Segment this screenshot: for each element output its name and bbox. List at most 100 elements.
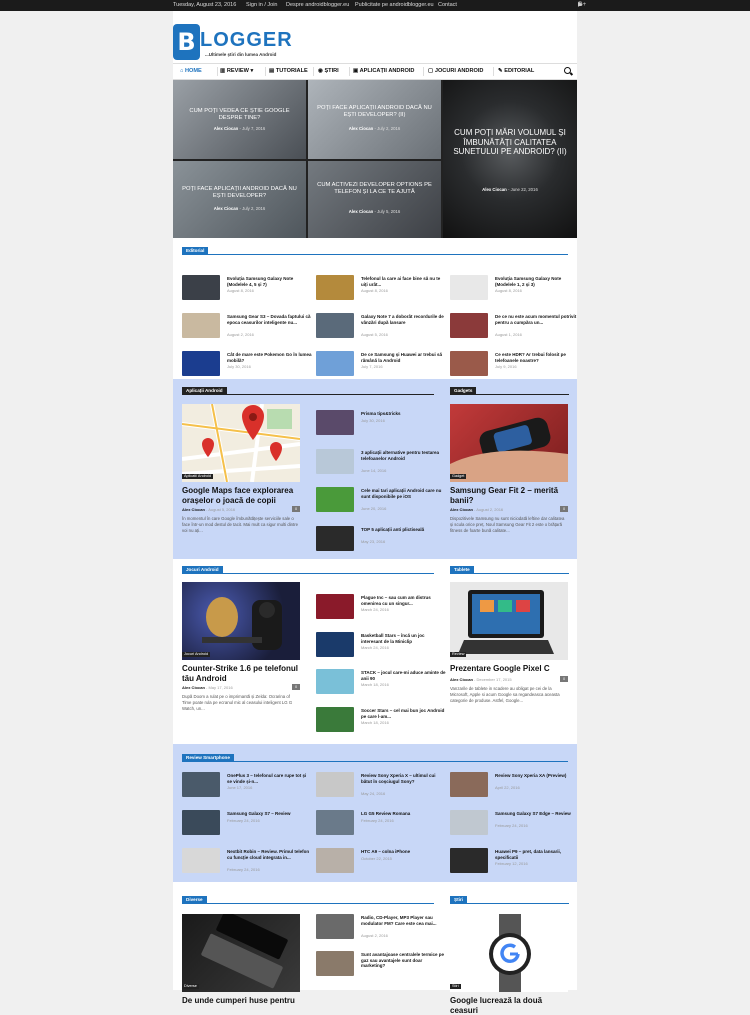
post-title[interactable]: Evoluția Samsung Galaxy Note (Modelele 4… bbox=[227, 276, 312, 287]
list-item[interactable]: Sunt avantajoase centralele termice pe g… bbox=[316, 951, 446, 981]
list-item[interactable]: HTC A9 – colna iPhone October 22, 2015 bbox=[316, 848, 446, 878]
hero-tile[interactable]: CUM ACTIVEZI DEVELOPER OPTIONS PE TELEFO… bbox=[308, 161, 441, 238]
post-thumbnail[interactable] bbox=[182, 848, 220, 873]
list-item[interactable]: De ce Samsung și Huawei ar trebui să răm… bbox=[316, 351, 446, 381]
post-title[interactable]: De ce Samsung și Huawei ar trebui să răm… bbox=[361, 352, 446, 363]
post-title[interactable]: De unde cumperi huse pentru bbox=[182, 996, 300, 1006]
contact-link[interactable]: Contact bbox=[438, 0, 457, 11]
hero-tile[interactable]: POȚI FACE APLICAȚII ANDROID DACĂ NU EȘTI… bbox=[308, 80, 441, 159]
nav-stiri[interactable]: ◉ ȘTIRI bbox=[318, 64, 339, 79]
post-title[interactable]: Samsung Galaxy S7 Edge – Review bbox=[495, 811, 580, 817]
category-badge[interactable]: Diverse bbox=[182, 984, 199, 989]
list-item[interactable]: Radio, CD-Player, MP3 Player sau modulat… bbox=[316, 914, 446, 944]
post-title[interactable]: Google lucrează la două ceasuri bbox=[450, 996, 568, 1015]
post-title[interactable]: Nextbit Robin – Review. Primul telefon c… bbox=[227, 849, 312, 860]
post-thumbnail[interactable] bbox=[182, 351, 220, 376]
post-thumbnail[interactable] bbox=[182, 810, 220, 835]
list-item[interactable]: Evoluția Samsung Galaxy Note (Modelele 1… bbox=[450, 275, 580, 305]
post-thumbnail[interactable] bbox=[316, 594, 354, 619]
category-badge[interactable]: Gadget bbox=[450, 474, 467, 479]
post-title[interactable]: Prisma tips&tricks bbox=[361, 411, 446, 417]
list-item[interactable]: Telefonul la care ai face bine să nu te … bbox=[316, 275, 446, 305]
post-thumbnail[interactable] bbox=[316, 772, 354, 797]
post-thumbnail[interactable] bbox=[450, 848, 488, 873]
post-title[interactable]: De ce nu este acum momentul potrivit pen… bbox=[495, 314, 580, 325]
ads-link[interactable]: Publicitate pe androidblogger.eu bbox=[355, 0, 434, 11]
post-thumbnail[interactable] bbox=[182, 772, 220, 797]
post-title[interactable]: STACK – jocul care-mi aduce aminte de an… bbox=[361, 670, 446, 681]
list-item[interactable]: Cele mai tari aplicații Android care nu … bbox=[316, 487, 446, 517]
gadgets-main-post[interactable]: Gadget Samsung Gear Fit 2 – merită banii… bbox=[450, 404, 568, 554]
list-item[interactable]: Cât de mare este Pokemon Go în lumea mob… bbox=[182, 351, 312, 381]
list-item[interactable]: Basketball Stars – încă un joc interesan… bbox=[316, 632, 446, 662]
apps-main-post[interactable]: Aplicatii Android Google Maps face explo… bbox=[182, 404, 300, 554]
post-thumbnail[interactable] bbox=[316, 707, 354, 732]
post-title[interactable]: Basketball Stars – încă un joc interesan… bbox=[361, 633, 446, 644]
post-thumbnail[interactable] bbox=[316, 526, 354, 551]
list-item[interactable]: Soccer Stars – cel mai bun joc Android p… bbox=[316, 707, 446, 737]
post-thumbnail[interactable] bbox=[316, 487, 354, 512]
post-thumbnail[interactable] bbox=[316, 313, 354, 338]
post-title[interactable]: 3 aplicații alternative pentru testarea … bbox=[361, 450, 446, 461]
post-title[interactable]: OnePlus 3 – telefonul care rupe tot și s… bbox=[227, 773, 312, 784]
list-item[interactable]: 3 aplicații alternative pentru testarea … bbox=[316, 449, 446, 479]
post-title[interactable]: Prezentare Google Pixel C bbox=[450, 664, 568, 674]
comment-count[interactable]: 0 bbox=[292, 684, 300, 690]
list-item[interactable]: Samsung Galaxy S7 Edge – Review February … bbox=[450, 810, 580, 840]
list-item[interactable]: Nextbit Robin – Review. Primul telefon c… bbox=[182, 848, 312, 878]
list-item[interactable]: Samsung Gear S3 – Dovada faptului că epo… bbox=[182, 313, 312, 343]
post-title[interactable]: Soccer Stars – cel mai bun joc Android p… bbox=[361, 708, 446, 719]
post-thumbnail[interactable] bbox=[316, 848, 354, 873]
comment-count[interactable]: 0 bbox=[560, 506, 568, 512]
hero-tile[interactable]: CUM POȚI MĂRI VOLUMUL ȘI ÎMBUNĂTĂȚI CALI… bbox=[443, 80, 577, 238]
post-thumbnail[interactable] bbox=[316, 632, 354, 657]
list-item[interactable]: Galaxy Note 7 a doborât recordurile de v… bbox=[316, 313, 446, 343]
post-thumbnail[interactable] bbox=[316, 351, 354, 376]
post-title[interactable]: Telefonul la care ai face bine să nu te … bbox=[361, 276, 446, 287]
post-thumbnail[interactable] bbox=[316, 951, 354, 976]
list-item[interactable]: STACK – jocul care-mi aduce aminte de an… bbox=[316, 669, 446, 699]
post-thumbnail[interactable] bbox=[450, 275, 488, 300]
post-title[interactable]: TOP 5 aplicații anti plictiseală bbox=[361, 527, 446, 533]
post-title[interactable]: Plague Inc – sau cum am distrus omenirea… bbox=[361, 595, 446, 606]
post-title[interactable]: Review Sony Xperia XA (Preview) bbox=[495, 773, 580, 779]
nav-review[interactable]: ▥ REVIEW ▾ bbox=[220, 64, 253, 79]
list-item[interactable]: Plague Inc – sau cum am distrus omenirea… bbox=[316, 594, 446, 624]
nav-aplicatii[interactable]: ▣ APLICAȚII ANDROID bbox=[353, 64, 414, 79]
nav-tutoriale[interactable]: ▤ TUTORIALE bbox=[269, 64, 308, 79]
list-item[interactable]: Evoluția Samsung Galaxy Note (Modelele 4… bbox=[182, 275, 312, 305]
category-badge[interactable]: Stiri bbox=[450, 984, 461, 989]
tablets-main-post[interactable]: Review Prezentare Google Pixel C Alex Ci… bbox=[450, 582, 568, 732]
post-title[interactable]: Huawei P9 – pret, data lansarii, specifi… bbox=[495, 849, 580, 860]
post-thumbnail[interactable] bbox=[182, 275, 220, 300]
post-title[interactable]: Sunt avantajoase centralele termice pe g… bbox=[361, 952, 446, 969]
list-item[interactable]: Samsung Galaxy S7 – Review February 24, 2… bbox=[182, 810, 312, 840]
list-item[interactable]: Huawei P9 – pret, data lansarii, specifi… bbox=[450, 848, 580, 878]
list-item[interactable]: Review Sony Xperia XA (Preview) April 22,… bbox=[450, 772, 580, 802]
nav-home[interactable]: ⌂ HOME bbox=[180, 64, 202, 79]
post-title[interactable]: Review Sony Xperia X – ultimul cui bătut… bbox=[361, 773, 446, 784]
nav-editorial[interactable]: ✎ EDITORIAL bbox=[498, 64, 534, 79]
post-title[interactable]: Counter-Strike 1.6 pe telefonul tău Andr… bbox=[182, 664, 300, 683]
post-title[interactable]: Cele mai tari aplicații Android care nu … bbox=[361, 488, 446, 499]
post-thumbnail[interactable] bbox=[450, 810, 488, 835]
list-item[interactable]: LG G5 Review Romana February 24, 2016 bbox=[316, 810, 446, 840]
post-title[interactable]: Samsung Gear Fit 2 – merită banii? bbox=[450, 486, 568, 505]
post-thumbnail[interactable] bbox=[450, 772, 488, 797]
post-title[interactable]: Galaxy Note 7 a doborât recordurile de v… bbox=[361, 314, 446, 325]
post-title[interactable]: LG G5 Review Romana bbox=[361, 811, 446, 817]
search-icon[interactable] bbox=[564, 67, 571, 74]
list-item[interactable]: Review Sony Xperia X – ultimul cui bătut… bbox=[316, 772, 446, 802]
post-thumbnail[interactable] bbox=[316, 410, 354, 435]
post-title[interactable]: Samsung Galaxy S7 – Review bbox=[227, 811, 312, 817]
comment-count[interactable]: 0 bbox=[560, 676, 568, 682]
post-thumbnail[interactable] bbox=[316, 449, 354, 474]
category-badge[interactable]: Aplicatii Android bbox=[182, 474, 214, 479]
post-thumbnail[interactable] bbox=[316, 914, 354, 939]
post-title[interactable]: Evoluția Samsung Galaxy Note (Modelele 1… bbox=[495, 276, 580, 287]
hero-tile[interactable]: CUM POȚI VEDEA CE ȘTIE GOOGLE DESPRE TIN… bbox=[173, 80, 306, 159]
post-title[interactable]: Samsung Gear S3 – Dovada faptului că epo… bbox=[227, 314, 312, 325]
diverse-main-post[interactable]: Diverse De unde cumperi huse pentru bbox=[182, 914, 300, 1005]
post-thumbnail[interactable] bbox=[316, 810, 354, 835]
list-item[interactable]: Prisma tips&tricks July 30, 2016 bbox=[316, 410, 446, 440]
